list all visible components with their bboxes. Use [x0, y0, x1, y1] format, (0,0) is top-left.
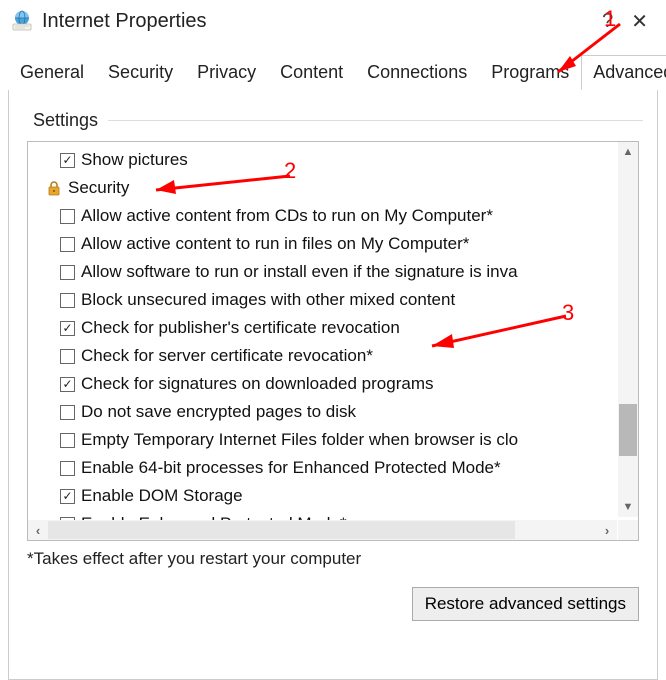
annotation-label-3: 3 [562, 300, 574, 326]
setting-item[interactable]: Allow active content to run in files on … [32, 230, 616, 258]
scroll-left-button[interactable]: ‹ [28, 523, 48, 538]
scrollbar-horizontal[interactable]: ‹ › [28, 520, 617, 540]
setting-label: Allow software to run or install even if… [81, 260, 518, 284]
setting-item[interactable]: Enable 64-bit processes for Enhanced Pro… [32, 454, 616, 482]
setting-item[interactable]: Block unsecured images with other mixed … [32, 286, 616, 314]
setting-item[interactable]: ✓ Check for publisher's certificate revoc… [32, 314, 616, 342]
scroll-corner [618, 520, 638, 540]
checkbox-icon[interactable]: ✓ [60, 153, 75, 168]
setting-show-pictures[interactable]: ✓ Show pictures [32, 146, 616, 174]
tab-programs[interactable]: Programs [479, 55, 581, 90]
scrollbar-vertical[interactable]: ▲ ▼ [618, 142, 638, 517]
tab-panel-advanced: Settings ✓ Show pictures Security Allow … [8, 90, 658, 680]
settings-listbox-wrap: ✓ Show pictures Security Allow active co… [27, 141, 639, 541]
setting-label: Check for signatures on downloaded progr… [81, 372, 433, 396]
setting-label: Enable 64-bit processes for Enhanced Pro… [81, 456, 501, 480]
lock-icon [46, 180, 62, 196]
checkbox-icon[interactable] [60, 265, 75, 280]
checkbox-icon[interactable] [60, 293, 75, 308]
setting-label: Show pictures [81, 148, 188, 172]
checkbox-icon[interactable] [60, 461, 75, 476]
scroll-right-button[interactable]: › [597, 523, 617, 538]
checkbox-icon[interactable] [60, 209, 75, 224]
setting-item[interactable]: Check for server certificate revocation* [32, 342, 616, 370]
setting-label: Block unsecured images with other mixed … [81, 288, 455, 312]
close-button[interactable]: ✕ [623, 9, 656, 34]
setting-item[interactable]: ✓ Check for signatures on downloaded prog… [32, 370, 616, 398]
checkbox-icon[interactable] [60, 349, 75, 364]
tab-strip: General Security Privacy Content Connect… [8, 54, 658, 90]
checkbox-icon[interactable] [60, 405, 75, 420]
category-label: Security [68, 176, 129, 200]
restore-advanced-button[interactable]: Restore advanced settings [412, 587, 639, 621]
setting-label: Empty Temporary Internet Files folder wh… [81, 428, 518, 452]
setting-label: Check for publisher's certificate revoca… [81, 316, 400, 340]
setting-item[interactable]: Allow software to run or install even if… [32, 258, 616, 286]
tab-content[interactable]: Content [268, 55, 355, 90]
annotation-label-2: 2 [284, 158, 296, 184]
tab-security[interactable]: Security [96, 55, 185, 90]
checkbox-icon[interactable] [60, 237, 75, 252]
setting-label: Allow active content to run in files on … [81, 232, 469, 256]
tab-privacy[interactable]: Privacy [185, 55, 268, 90]
window-title: Internet Properties [42, 10, 207, 33]
tab-general[interactable]: General [8, 55, 96, 90]
tab-connections[interactable]: Connections [355, 55, 479, 90]
setting-label: Check for server certificate revocation* [81, 344, 373, 368]
category-security: Security [32, 174, 616, 202]
group-settings-text: Settings [33, 110, 98, 131]
setting-item[interactable]: Do not save encrypted pages to disk [32, 398, 616, 426]
checkbox-icon[interactable]: ✓ [60, 489, 75, 504]
setting-label: Allow active content from CDs to run on … [81, 204, 493, 228]
restart-note: *Takes effect after you restart your com… [27, 549, 639, 569]
checkbox-icon[interactable]: ✓ [60, 377, 75, 392]
setting-label: Enable Integrated Windows Authentication… [81, 540, 407, 541]
internet-options-icon [10, 9, 34, 33]
titlebar: Internet Properties ? ✕ [0, 0, 666, 46]
setting-item[interactable]: ✓ Enable DOM Storage [32, 482, 616, 510]
group-settings-label: Settings [33, 110, 643, 131]
setting-item[interactable]: Empty Temporary Internet Files folder wh… [32, 426, 616, 454]
checkbox-icon[interactable]: ✓ [60, 321, 75, 336]
annotation-label-1: 1 [604, 6, 616, 32]
settings-listbox[interactable]: ✓ Show pictures Security Allow active co… [27, 141, 639, 541]
setting-label: Enable DOM Storage [81, 484, 243, 508]
scroll-up-button[interactable]: ▲ [618, 142, 638, 162]
tab-advanced[interactable]: Advanced [581, 55, 666, 90]
checkbox-icon[interactable] [60, 433, 75, 448]
setting-label: Do not save encrypted pages to disk [81, 400, 356, 424]
scroll-thumb-horizontal[interactable] [48, 521, 515, 539]
scroll-down-button[interactable]: ▼ [618, 497, 638, 517]
scroll-thumb-vertical[interactable] [619, 404, 637, 456]
button-row: Restore advanced settings [23, 587, 643, 621]
setting-item[interactable]: Allow active content from CDs to run on … [32, 202, 616, 230]
